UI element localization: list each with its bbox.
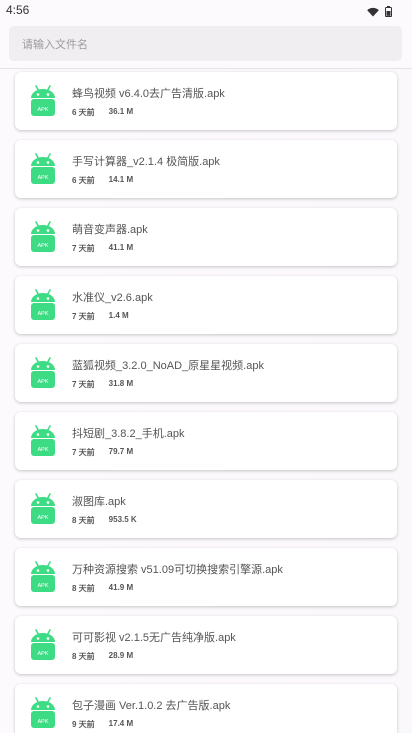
android-apk-icon: APK (28, 696, 58, 730)
file-size: 14.1 M (108, 175, 134, 184)
file-meta: 8 天前 953.5 K (72, 515, 137, 526)
search-input[interactable]: 请输入文件名 (9, 26, 402, 61)
file-time: 6 天前 (72, 108, 95, 117)
android-apk-icon: APK (28, 220, 58, 254)
file-size: 1.4 M (108, 311, 129, 320)
file-name: 水准仪_v2.6.apk (72, 292, 153, 304)
file-name: 萌音变声器.apk (72, 224, 148, 236)
file-time: 8 天前 (72, 584, 95, 593)
file-time: 8 天前 (72, 652, 95, 661)
file-name: 包子漫画 Ver.1.0.2 去广告版.apk (72, 700, 231, 712)
android-apk-icon: APK (28, 560, 58, 594)
status-bar: 4:56 (0, 0, 412, 20)
file-time: 9 天前 (72, 720, 95, 729)
file-size: 17.4 M (108, 719, 134, 728)
apk-label: APK (37, 311, 48, 317)
apk-label: APK (37, 175, 48, 181)
file-card[interactable]: APK 可可影视 v2.1.5无广告纯净版.apk 8 天前 28.9 M (15, 616, 397, 674)
file-size: 41.1 M (108, 243, 134, 252)
apk-label: APK (37, 243, 48, 249)
file-time: 7 天前 (72, 312, 95, 321)
file-meta: 9 天前 17.4 M (72, 719, 133, 730)
apk-label: APK (37, 379, 48, 385)
file-name: 可可影视 v2.1.5无广告纯净版.apk (72, 632, 236, 644)
file-time: 7 天前 (72, 380, 95, 389)
file-time: 8 天前 (72, 516, 95, 525)
file-meta: 7 天前 79.7 M (72, 447, 133, 458)
file-card[interactable]: APK 蜂鸟视频 v6.4.0去广告清版.apk 6 天前 36.1 M (15, 72, 397, 130)
apk-label: APK (37, 583, 48, 589)
file-name: 蜂鸟视频 v6.4.0去广告清版.apk (72, 88, 225, 100)
file-meta: 8 天前 41.9 M (72, 583, 133, 594)
file-time: 6 天前 (72, 176, 95, 185)
apk-label: APK (37, 719, 48, 725)
status-time: 4:56 (6, 3, 30, 17)
apk-label: APK (37, 515, 48, 521)
android-apk-icon: APK (28, 356, 58, 390)
android-apk-icon: APK (28, 628, 58, 662)
file-meta: 7 天前 31.8 M (72, 379, 133, 390)
file-size: 79.7 M (108, 447, 134, 456)
file-time: 7 天前 (72, 448, 95, 457)
file-card[interactable]: APK 抖短剧_3.8.2_手机.apk 7 天前 79.7 M (15, 412, 397, 470)
file-meta: 7 天前 41.1 M (72, 243, 133, 254)
file-time: 7 天前 (72, 244, 95, 253)
file-card[interactable]: APK 万种资源搜索 v51.09可切换搜索引擎源.apk 8 天前 41.9 … (15, 548, 397, 606)
header: 请输入文件名 (0, 20, 412, 68)
file-name: 万种资源搜索 v51.09可切换搜索引擎源.apk (72, 564, 283, 576)
apk-label: APK (37, 447, 48, 453)
file-card[interactable]: APK 手写计算器_v2.1.4 极简版.apk 6 天前 14.1 M (15, 140, 397, 198)
file-size: 31.8 M (108, 379, 134, 388)
file-list[interactable]: APK 蜂鸟视频 v6.4.0去广告清版.apk 6 天前 36.1 M APK… (0, 68, 412, 733)
file-card[interactable]: APK 蓝狐视频_3.2.0_NoAD_原星星视频.apk 7 天前 31.8 … (15, 344, 397, 402)
file-size: 36.1 M (108, 107, 134, 116)
apk-label: APK (37, 107, 48, 113)
android-apk-icon: APK (28, 288, 58, 322)
file-card[interactable]: APK 水准仪_v2.6.apk 7 天前 1.4 M (15, 276, 397, 334)
file-size: 28.9 M (108, 651, 134, 660)
android-apk-icon: APK (28, 492, 58, 526)
file-meta: 6 天前 14.1 M (72, 175, 133, 186)
file-name: 淑图库.apk (72, 496, 126, 508)
android-apk-icon: APK (28, 152, 58, 186)
file-card[interactable]: APK 包子漫画 Ver.1.0.2 去广告版.apk 9 天前 17.4 M (15, 684, 397, 733)
search-placeholder: 请输入文件名 (22, 38, 88, 51)
android-apk-icon: APK (28, 84, 58, 118)
file-size: 953.5 K (108, 515, 137, 524)
file-card[interactable]: APK 萌音变声器.apk 7 天前 41.1 M (15, 208, 397, 266)
apk-label: APK (37, 651, 48, 657)
file-meta: 7 天前 1.4 M (72, 311, 129, 322)
file-meta: 8 天前 28.9 M (72, 651, 133, 662)
file-name: 抖短剧_3.8.2_手机.apk (72, 428, 185, 440)
file-size: 41.9 M (108, 583, 134, 592)
android-apk-icon: APK (28, 424, 58, 458)
file-name: 蓝狐视频_3.2.0_NoAD_原星星视频.apk (72, 360, 264, 372)
file-card[interactable]: APK 淑图库.apk 8 天前 953.5 K (15, 480, 397, 538)
file-name: 手写计算器_v2.1.4 极简版.apk (72, 156, 220, 168)
file-meta: 6 天前 36.1 M (72, 107, 133, 118)
